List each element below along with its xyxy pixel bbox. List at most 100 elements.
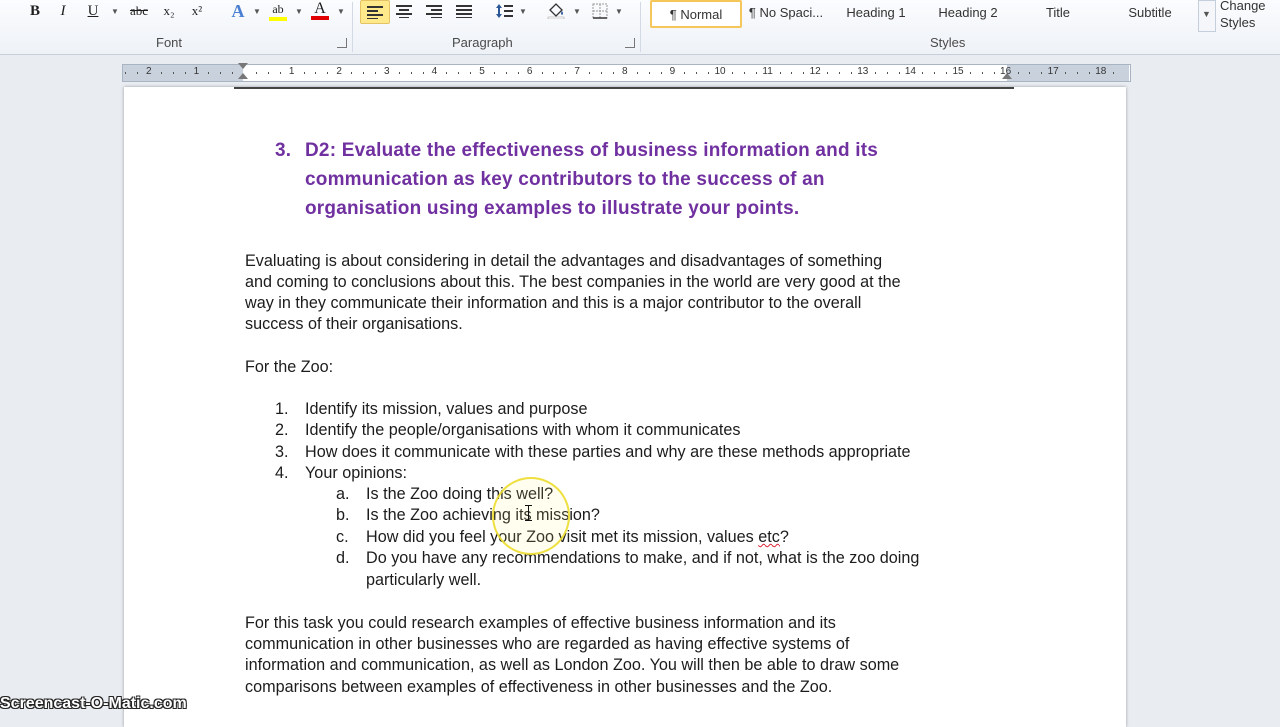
bold-button[interactable]: B	[24, 0, 46, 22]
borders-button[interactable]	[588, 0, 612, 22]
ruler-tick	[351, 72, 353, 74]
text-cursor-icon	[528, 505, 529, 521]
ruler-tick	[601, 72, 602, 74]
shading-button[interactable]	[544, 0, 568, 22]
borders-icon	[592, 3, 608, 19]
page-top-edge	[234, 87, 1014, 89]
align-left-button[interactable]	[360, 0, 390, 24]
heading-line: organisation using examples to illustrat…	[305, 198, 800, 219]
ruler-tick	[1088, 72, 1090, 74]
ruler-tick	[327, 72, 329, 74]
align-right-button[interactable]	[422, 0, 446, 22]
spelling-error-word[interactable]: etc	[758, 528, 780, 546]
text-cursor-icon-bottom	[525, 520, 532, 521]
highlight-button[interactable]: ab	[266, 0, 290, 22]
ruler-tick	[922, 72, 924, 74]
for-zoo-label: For the Zoo:	[245, 358, 334, 376]
ruler-tick	[743, 72, 745, 74]
ruler-tick	[184, 72, 186, 74]
shading-dropdown-icon[interactable]: ▼	[572, 0, 582, 22]
sublist-item: Do you have any recommendations to make,…	[366, 549, 920, 567]
line-spacing-button[interactable]	[492, 0, 516, 22]
align-center-icon	[396, 5, 412, 18]
strikethrough-button[interactable]: abc	[124, 0, 154, 22]
subscript-button[interactable]: x₂	[158, 0, 180, 22]
ruler-tick	[458, 72, 460, 74]
right-indent-marker-icon[interactable]	[1002, 73, 1012, 79]
horizontal-ruler[interactable]: 2 1 1 2 3 4 5 6 7 8 9 10 11 12 13 14 15 16 17 18	[122, 63, 1131, 82]
indent-marker-icon[interactable]	[238, 63, 248, 69]
ruler-tick	[779, 72, 781, 74]
ruler-number: 3	[384, 66, 390, 77]
cursor-highlight-ring	[492, 477, 570, 555]
ruler-number: 5	[479, 66, 485, 77]
ruler-tick	[267, 72, 269, 74]
heading-number: 3.	[275, 140, 292, 161]
ruler-number: 1	[193, 66, 200, 77]
ruler-tick	[1041, 72, 1043, 74]
ruler-tick	[636, 72, 638, 74]
font-color-bar	[311, 16, 329, 20]
ruler-tick	[1017, 72, 1019, 74]
styles-group-label: Styles	[930, 35, 966, 50]
font-dialog-launcher-icon[interactable]	[337, 38, 347, 48]
sublist-letter: a.	[336, 485, 350, 503]
ruler-number: 8	[622, 66, 628, 77]
highlight-color-bar	[269, 16, 287, 21]
ruler-tick	[803, 72, 805, 74]
ruler-tick	[160, 72, 162, 74]
borders-dropdown-icon[interactable]: ▼	[614, 0, 624, 22]
underline-button[interactable]: U	[82, 0, 104, 22]
ruler-number: 14	[904, 66, 916, 77]
style-title[interactable]: Title	[1020, 0, 1096, 24]
text-cursor-icon-top	[525, 505, 532, 506]
ruler-tick	[172, 72, 174, 74]
text-effects-dropdown-icon[interactable]: ▼	[252, 0, 262, 22]
ruler-tick	[731, 72, 733, 74]
ruler-tick	[589, 72, 591, 74]
ruler-tick	[136, 72, 138, 74]
sublist-text-tail: ?	[779, 528, 789, 546]
style-subtitle[interactable]: Subtitle	[1110, 0, 1190, 24]
line-spacing-dropdown-icon[interactable]: ▼	[518, 0, 528, 22]
hanging-indent-marker-icon[interactable]	[238, 73, 248, 79]
ruler-number: 18	[1095, 66, 1107, 77]
ruler-tick	[1112, 72, 1114, 74]
ruler-tick	[220, 72, 222, 74]
ruler-tick	[946, 72, 948, 74]
ruler-tick	[363, 72, 364, 74]
intro-line: Evaluating is about considering in detai…	[245, 252, 883, 270]
align-center-button[interactable]	[392, 0, 416, 22]
ruler-tick	[886, 72, 888, 74]
right-panel	[1248, 56, 1280, 720]
ruler-number: 15	[952, 66, 964, 77]
ruler-tick	[279, 72, 281, 74]
style-heading-1[interactable]: Heading 1	[836, 0, 916, 24]
superscript-button[interactable]: x²	[186, 0, 208, 22]
text-effects-button[interactable]: A	[226, 0, 250, 22]
font-color-dropdown-icon[interactable]: ▼	[336, 0, 346, 22]
sublist-item-continued: particularly well.	[366, 571, 482, 589]
ruler-tick	[505, 72, 507, 74]
style-heading-2[interactable]: Heading 2	[928, 0, 1008, 24]
ruler-tick	[850, 72, 852, 74]
ruler-number: 4	[431, 66, 438, 77]
ruler-tick	[1065, 72, 1067, 74]
list-number: 3.	[275, 443, 289, 461]
justify-button[interactable]	[452, 0, 476, 22]
justify-icon	[456, 5, 472, 18]
styles-gallery-scroll[interactable]: ▼	[1198, 0, 1216, 32]
italic-button[interactable]: I	[52, 0, 74, 22]
font-color-button[interactable]: A	[308, 0, 332, 22]
style-normal[interactable]: ¶ Normal	[650, 0, 742, 28]
ruler-tick	[660, 72, 662, 74]
watermark: Screencast-O-Matic.com	[0, 695, 187, 712]
underline-dropdown-icon[interactable]: ▼	[110, 0, 120, 22]
line-spacing-icon	[496, 4, 513, 18]
style-no-spacing[interactable]: ¶ No Spaci...	[744, 0, 828, 24]
ruler-tick	[208, 72, 210, 74]
intro-line: way in they communicate their informatio…	[245, 294, 862, 312]
change-styles-button[interactable]: Change Styles	[1220, 0, 1276, 31]
paragraph-dialog-launcher-icon[interactable]	[625, 38, 635, 48]
highlight-dropdown-icon[interactable]: ▼	[294, 0, 304, 22]
